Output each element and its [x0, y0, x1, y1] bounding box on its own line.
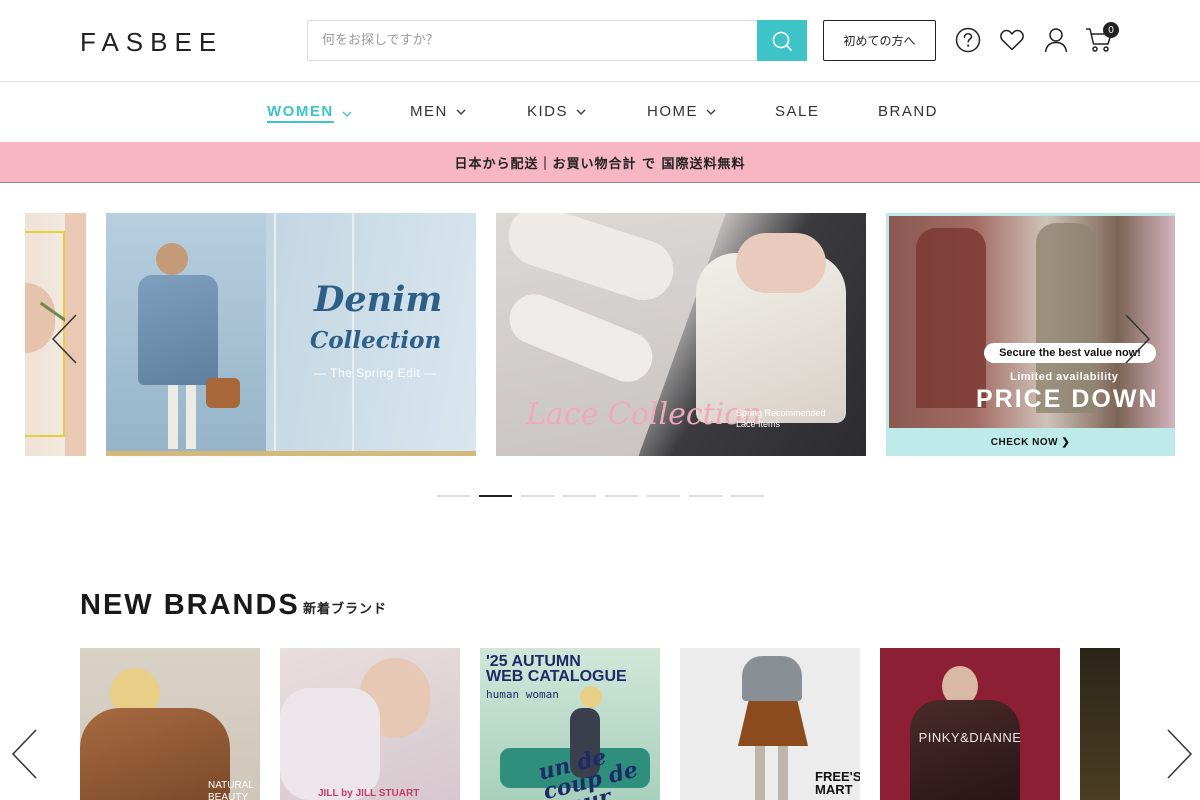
slide-line: Limited availability	[1010, 371, 1119, 383]
brand-card-name: JILL by JILL STUART	[318, 788, 420, 799]
slide-title: Collection	[310, 327, 442, 354]
chevron-left-icon	[11, 729, 37, 779]
site-logo[interactable]: FASBEE	[80, 27, 223, 58]
slide-model-top	[916, 228, 986, 408]
brand-card-partial[interactable]	[1080, 648, 1120, 800]
favorites-button[interactable]	[998, 26, 1026, 54]
carousel-prev-button[interactable]	[50, 313, 80, 365]
brand-card-model-skirt	[738, 701, 808, 746]
cart-button[interactable]: 0	[1085, 22, 1119, 54]
search-bar	[307, 20, 807, 61]
carousel-dot[interactable]	[731, 495, 764, 497]
brand-card-model-sweater	[742, 656, 802, 701]
nav-item-home[interactable]: HOME	[647, 103, 716, 120]
slide-hands	[736, 233, 826, 293]
carousel-slide-lace[interactable]: Lace Collection Spring Recommended Lace …	[496, 213, 866, 456]
nav-item-brand[interactable]: BRAND	[878, 103, 938, 120]
nav-item-kids[interactable]: KIDS	[527, 103, 586, 120]
slide-headline: PRICE DOWN	[976, 385, 1159, 413]
chevron-left-icon	[51, 314, 77, 364]
heart-icon	[1000, 29, 1024, 51]
brand-card-line: WEB CATALOGUE	[486, 668, 627, 685]
carousel-dot[interactable]	[647, 495, 680, 497]
brand-card[interactable]: NATURAL BEAUTY	[80, 648, 260, 800]
carousel-dot[interactable]	[521, 495, 554, 497]
slide-floor	[106, 451, 476, 456]
chevron-down-icon	[576, 109, 586, 115]
slide-model-bag	[206, 378, 240, 408]
slide-model-head	[156, 243, 188, 275]
nav-item-label: HOME	[647, 103, 698, 120]
slide-title: Lace Collection	[526, 397, 762, 432]
brand-card-model-leg	[755, 746, 765, 800]
account-button[interactable]	[1042, 26, 1070, 54]
carousel-dot[interactable]	[437, 495, 470, 497]
nav-item-label: SALE	[775, 103, 820, 120]
brand-card-heading: '25 AUTUMN WEB CATALOGUE	[486, 653, 627, 685]
slide-note: Spring Recommended Lace Items	[736, 408, 826, 430]
slide-model-jacket	[138, 275, 218, 385]
slide-note-line: Spring Recommended	[736, 408, 826, 418]
slide-model-leg	[168, 385, 178, 449]
search-icon	[772, 31, 792, 51]
nav-item-label: KIDS	[527, 103, 569, 120]
nav-item-sale[interactable]: SALE	[775, 103, 819, 120]
brand-card-name: FREE'S MART	[815, 769, 860, 797]
nav-item-label: BRAND	[878, 103, 939, 120]
brand-card-model-jacket	[910, 700, 1020, 800]
brands-next-button[interactable]	[1164, 728, 1194, 780]
section-subtitle: 新着ブランド	[303, 602, 388, 617]
chevron-down-icon	[706, 109, 716, 115]
nav-item-men[interactable]: MEN	[410, 103, 466, 120]
carousel-next-button[interactable]	[1122, 313, 1152, 365]
shipping-promo-banner[interactable]: 日本から配送｜お買い物合計 で 国際送料無料	[0, 142, 1200, 183]
brand-card-tagline: human woman	[486, 688, 559, 701]
search-button[interactable]	[757, 20, 807, 61]
carousel-dot[interactable]	[689, 495, 722, 497]
chevron-right-icon	[1167, 729, 1193, 779]
chevron-right-icon	[1125, 314, 1151, 364]
brand-card[interactable]: FREE'S MART	[680, 648, 860, 800]
user-icon	[1044, 28, 1068, 53]
carousel-dot-active[interactable]	[479, 495, 512, 497]
carousel-slide-denim[interactable]: Denim Collection — The Spring Edit —	[106, 213, 476, 456]
chevron-down-icon	[456, 109, 466, 115]
section-title: NEW BRANDS	[80, 589, 300, 621]
site-header: FASBEE 初めての方へ	[0, 0, 1200, 82]
first-time-button[interactable]: 初めての方へ	[823, 20, 936, 61]
slide-cta[interactable]: CHECK NOW ❯	[886, 428, 1175, 456]
brand-card-line: '25 AUTUMN	[486, 653, 581, 670]
carousel-dot[interactable]	[605, 495, 638, 497]
nav-item-label: MEN	[410, 103, 448, 120]
brands-prev-button[interactable]	[10, 728, 40, 780]
nav-item-label: WOMEN	[267, 103, 334, 123]
brand-card-script: un de coup de cœur	[535, 743, 641, 800]
search-input[interactable]	[308, 21, 758, 60]
brand-card-name: NATURAL BEAUTY	[208, 780, 254, 800]
cart-count-badge: 0	[1103, 22, 1119, 38]
help-icon	[955, 27, 981, 53]
brand-card[interactable]: PINKY&DIANNE	[880, 648, 1060, 800]
slide-subtitle: — The Spring Edit —	[314, 366, 437, 380]
chevron-down-icon	[342, 111, 352, 117]
slide-title: Denim	[314, 279, 443, 320]
brand-card-model-head	[580, 686, 602, 708]
help-button[interactable]	[954, 26, 982, 54]
brand-card-name: PINKY&DIANNE	[918, 730, 1022, 745]
main-nav: WOMEN MEN KIDS HOME SALE BRAND	[0, 82, 1200, 142]
slide-model-leg	[186, 385, 196, 449]
brand-card-model-leg	[778, 746, 788, 800]
brand-card-fabric	[280, 688, 380, 800]
carousel-dot[interactable]	[563, 495, 596, 497]
nav-item-women[interactable]: WOMEN	[267, 103, 352, 123]
slide-note-line: Lace Items	[736, 419, 781, 429]
brand-card[interactable]: '25 AUTUMN WEB CATALOGUE human woman un …	[480, 648, 660, 800]
brand-card[interactable]: JILL by JILL STUART	[280, 648, 460, 800]
